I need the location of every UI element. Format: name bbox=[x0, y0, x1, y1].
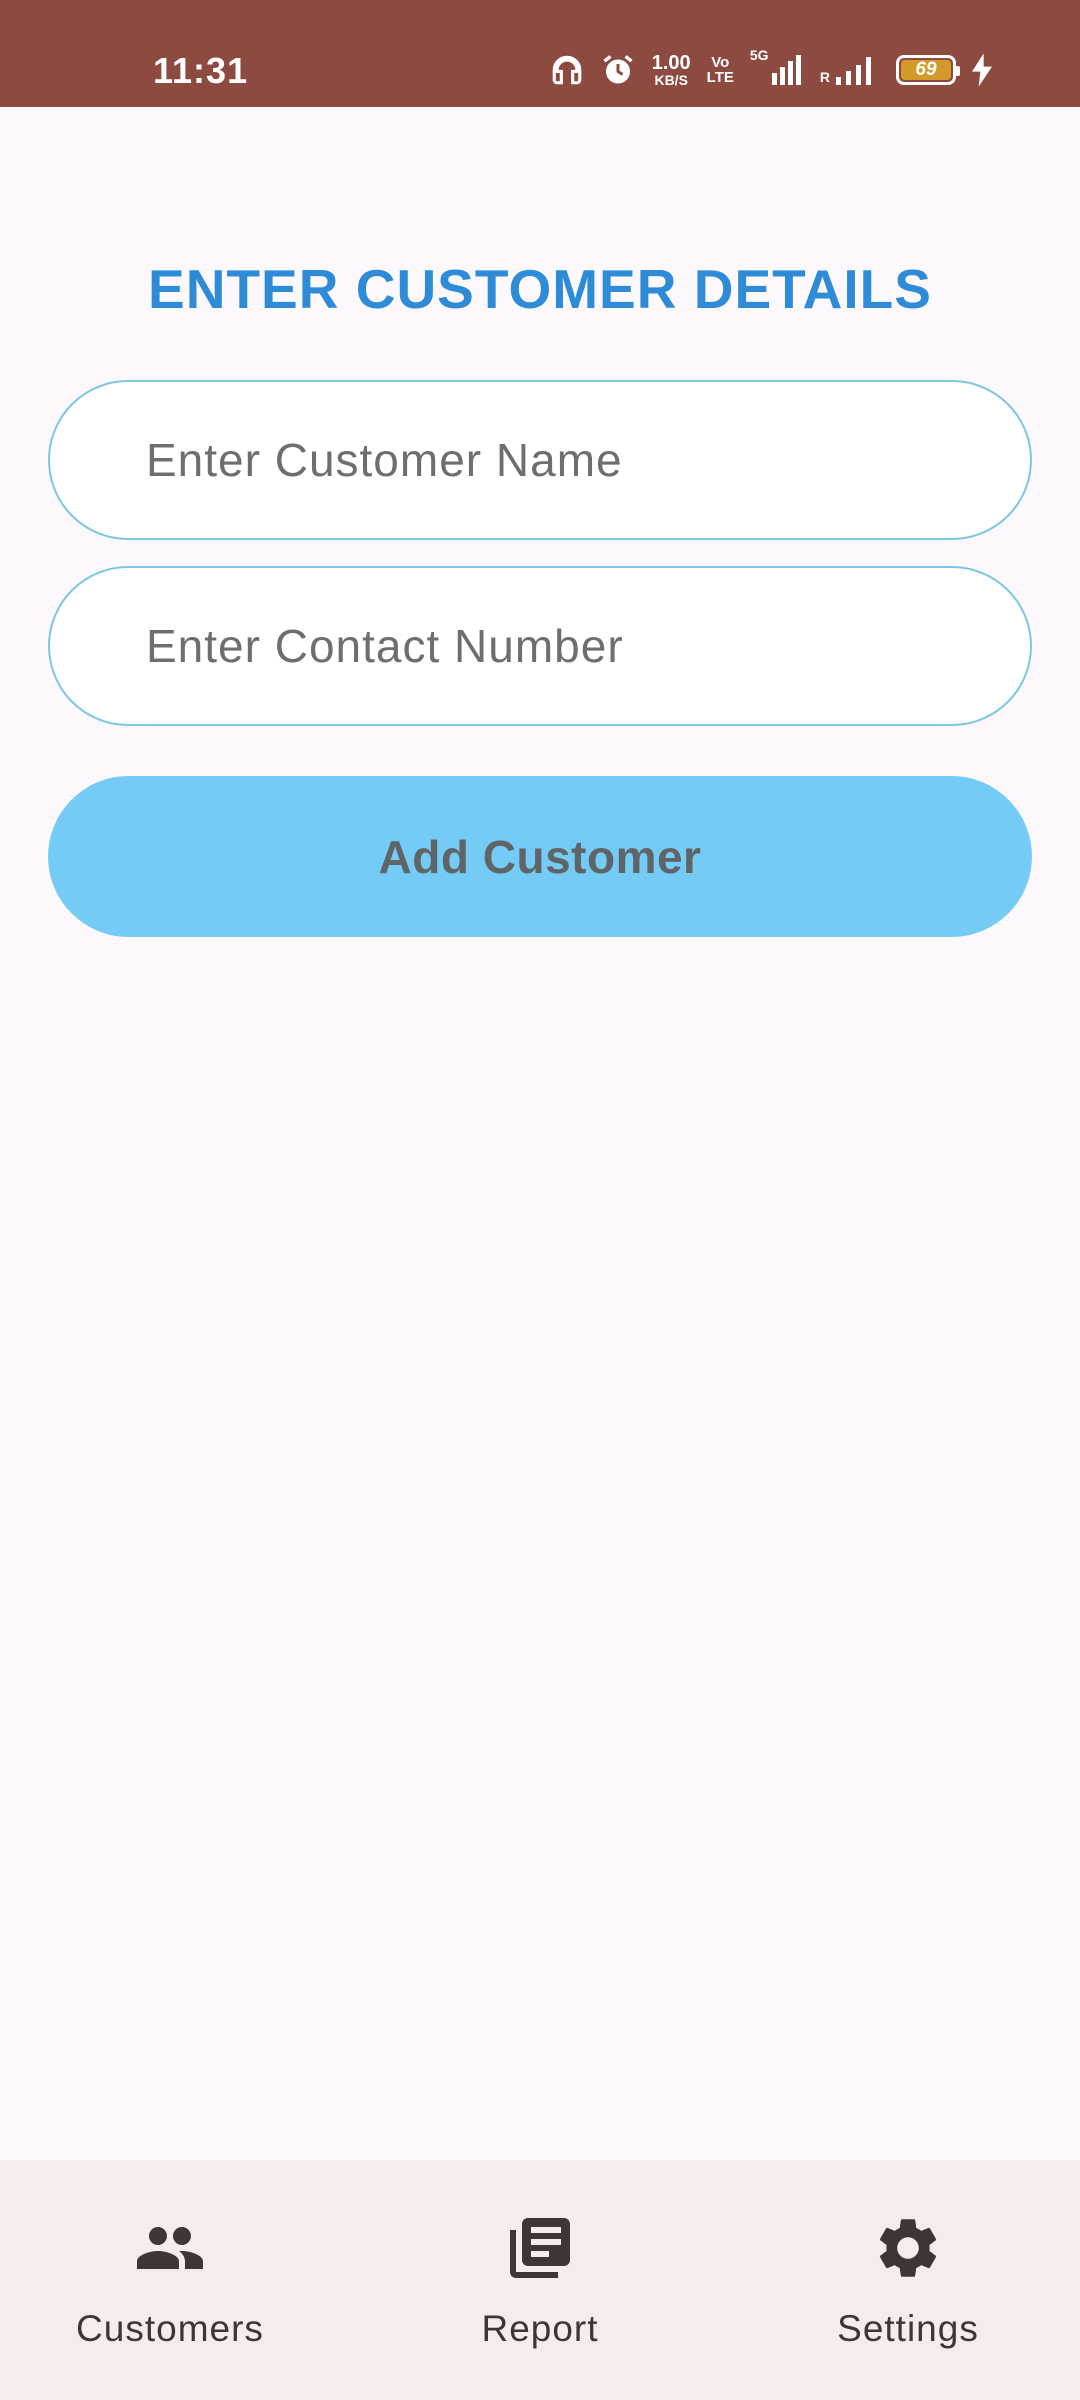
alarm-icon bbox=[600, 52, 636, 88]
page-title: ENTER CUSTOMER DETAILS bbox=[148, 258, 932, 320]
nav-label-settings: Settings bbox=[837, 2308, 979, 2349]
net-speed: 1.00 KB/S bbox=[652, 53, 691, 87]
contact-number-input[interactable] bbox=[50, 568, 1030, 724]
net-speed-unit: KB/S bbox=[654, 72, 688, 88]
charging-icon bbox=[972, 53, 992, 87]
volte-indicator: Vo LTE bbox=[707, 55, 734, 85]
status-icons: 1.00 KB/S Vo LTE 5G R 69 bbox=[550, 47, 992, 92]
nav-item-settings[interactable]: Settings bbox=[778, 2160, 1038, 2400]
signal-icon: R bbox=[820, 55, 880, 85]
gear-icon bbox=[872, 2212, 944, 2284]
roaming-indicator: R bbox=[819, 69, 830, 85]
volte-bottom: LTE bbox=[706, 69, 734, 86]
headphones-icon bbox=[550, 53, 584, 87]
nav-item-report[interactable]: Report bbox=[410, 2160, 670, 2400]
signal-5g-icon: 5G bbox=[750, 47, 804, 87]
customer-name-field[interactable] bbox=[48, 380, 1032, 540]
nav-label-customers: Customers bbox=[76, 2308, 264, 2349]
battery-icon: 69 bbox=[896, 55, 960, 85]
network-5g-label: 5G bbox=[749, 47, 769, 63]
add-customer-button[interactable]: Add Customer bbox=[48, 776, 1032, 937]
nav-label-report: Report bbox=[481, 2308, 599, 2349]
bottom-nav: Customers Report Settings bbox=[0, 2160, 1080, 2400]
people-icon bbox=[134, 2212, 206, 2284]
contact-number-field[interactable] bbox=[48, 566, 1032, 726]
battery-level: 69 bbox=[901, 60, 951, 80]
status-time: 11:31 bbox=[153, 50, 249, 91]
customer-name-input[interactable] bbox=[50, 382, 1030, 538]
status-bar: 11:31 1.00 KB/S Vo LTE 5G R 69 bbox=[0, 0, 1080, 107]
volte-top: Vo bbox=[711, 54, 730, 71]
nav-item-customers[interactable]: Customers bbox=[40, 2160, 300, 2400]
net-speed-value: 1.00 bbox=[651, 52, 691, 74]
report-icon bbox=[504, 2212, 576, 2284]
